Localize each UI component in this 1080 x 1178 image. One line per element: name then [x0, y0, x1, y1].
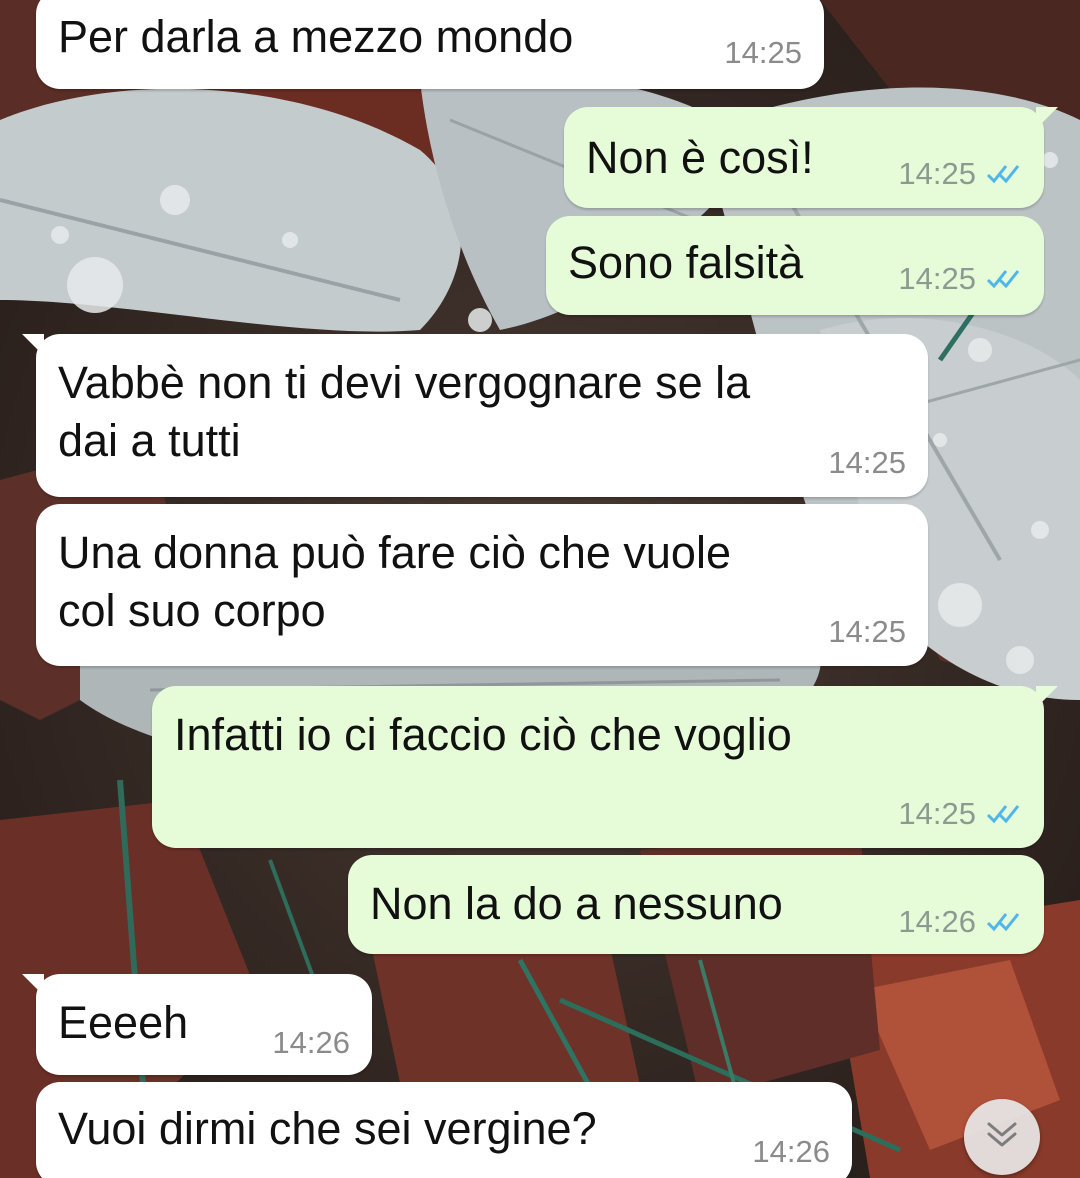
bubble-tail [1036, 107, 1058, 129]
message-bubble-outgoing[interactable]: Infatti io ci faccio ciò che voglio 14:2… [152, 686, 1058, 848]
message-text: Infatti io ci faccio ciò che voglio [174, 709, 792, 760]
message-time: 14:25 [724, 35, 802, 70]
message-bubble-incoming[interactable]: Vabbè non ti devi vergognare se la dai a… [22, 334, 928, 497]
bubble-tail [1036, 686, 1058, 708]
double-check-icon [986, 163, 1022, 185]
message-time: 14:26 [272, 1025, 350, 1060]
double-check-icon [986, 803, 1022, 825]
message-text: Per darla a mezzo mondo [58, 11, 574, 62]
message-time: 14:25 [828, 614, 906, 649]
message-time: 14:25 [898, 156, 976, 191]
message-time: 14:25 [898, 796, 976, 831]
message-time: 14:25 [898, 261, 976, 296]
message-bubble-outgoing[interactable]: Sono falsità 14:25 [546, 216, 1044, 315]
message-bubble-incoming[interactable]: Una donna può fare ciò che vuole col suo… [36, 504, 928, 666]
conversation[interactable]: Per darla a mezzo mondo 14:25 Non è così… [0, 0, 1080, 1178]
scroll-to-bottom-button[interactable] [964, 1099, 1040, 1175]
message-bubble-outgoing[interactable]: Non la do a nessuno 14:26 [348, 855, 1044, 954]
message-time: 14:26 [752, 1134, 830, 1169]
double-chevron-down-icon [985, 1120, 1019, 1155]
double-check-icon [986, 268, 1022, 290]
message-bubble-incoming[interactable]: Eeeeh 14:26 [22, 974, 372, 1075]
message-text: Una donna può fare ciò che vuole col suo… [58, 527, 731, 636]
message-text: Sono falsità [568, 237, 804, 288]
message-time: 14:25 [828, 445, 906, 480]
bubble-tail [22, 974, 44, 996]
message-text: Vabbè non ti devi vergognare se la dai a… [58, 357, 751, 466]
message-bubble-incoming[interactable]: Per darla a mezzo mondo 14:25 [36, 0, 824, 89]
message-text: Eeeeh [58, 997, 189, 1048]
message-time: 14:26 [898, 904, 976, 939]
message-text: Non è così! [586, 132, 814, 183]
message-bubble-incoming[interactable]: Vuoi dirmi che sei vergine? 14:26 [36, 1082, 852, 1178]
double-check-icon [986, 911, 1022, 933]
bubble-tail [22, 334, 44, 356]
message-bubble-outgoing[interactable]: Non è così! 14:25 [564, 107, 1058, 208]
message-text: Vuoi dirmi che sei vergine? [58, 1103, 597, 1154]
message-text: Non la do a nessuno [370, 878, 783, 929]
